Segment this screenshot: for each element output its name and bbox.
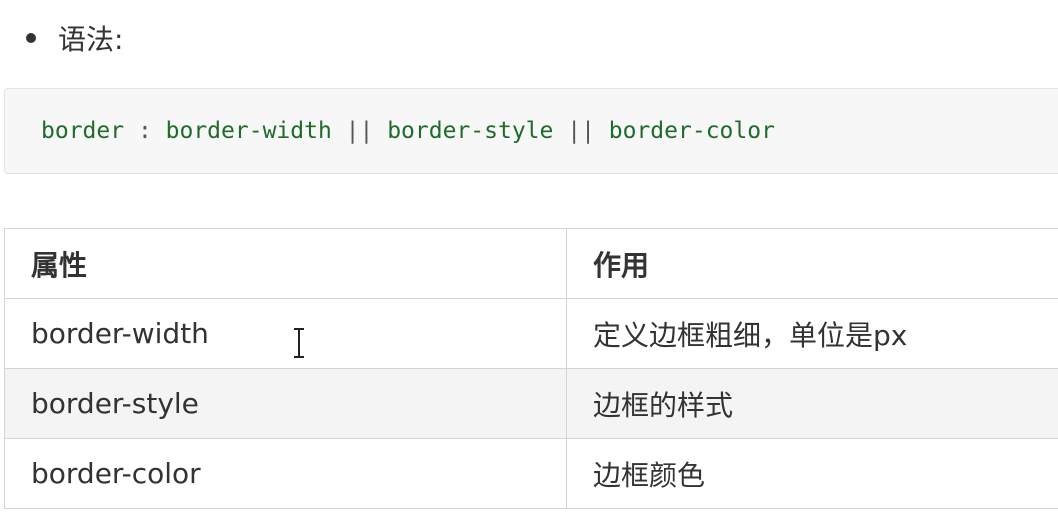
code-token: || xyxy=(553,118,609,144)
cell-property: border-color xyxy=(4,438,567,509)
cell-function: 边框的样式 xyxy=(566,368,1058,439)
properties-table: 属性 作用 border-width 定义边框粗细，单位是px border-s… xyxy=(4,228,1058,509)
table-row: border-color 边框颜色 xyxy=(4,438,1058,509)
text-cursor-icon xyxy=(294,328,304,358)
code-token: : xyxy=(124,118,166,144)
bullet-dot-icon xyxy=(26,33,36,43)
syntax-bullet: 语法: xyxy=(26,16,123,60)
cell-function: 定义边框粗细，单位是px xyxy=(566,298,1058,369)
cell-function: 边框颜色 xyxy=(566,438,1058,509)
header-function: 作用 xyxy=(566,228,1058,299)
code-token: || xyxy=(331,118,388,144)
cell-property: border-width xyxy=(4,298,567,369)
table-row: border-width 定义边框粗细，单位是px xyxy=(4,298,1058,369)
header-property: 属性 xyxy=(4,228,567,299)
table-header-row: 属性 作用 xyxy=(4,228,1058,299)
code-token: border-style xyxy=(387,118,554,144)
table-row: border-style 边框的样式 xyxy=(4,368,1058,439)
cell-property: border-style xyxy=(4,368,567,439)
code-token: border xyxy=(41,118,125,144)
code-block: border : border-width || border-style ||… xyxy=(4,88,1058,174)
syntax-label: 语法: xyxy=(58,23,124,56)
code-token: border-color xyxy=(608,118,775,144)
code-token: border-width xyxy=(165,118,332,144)
